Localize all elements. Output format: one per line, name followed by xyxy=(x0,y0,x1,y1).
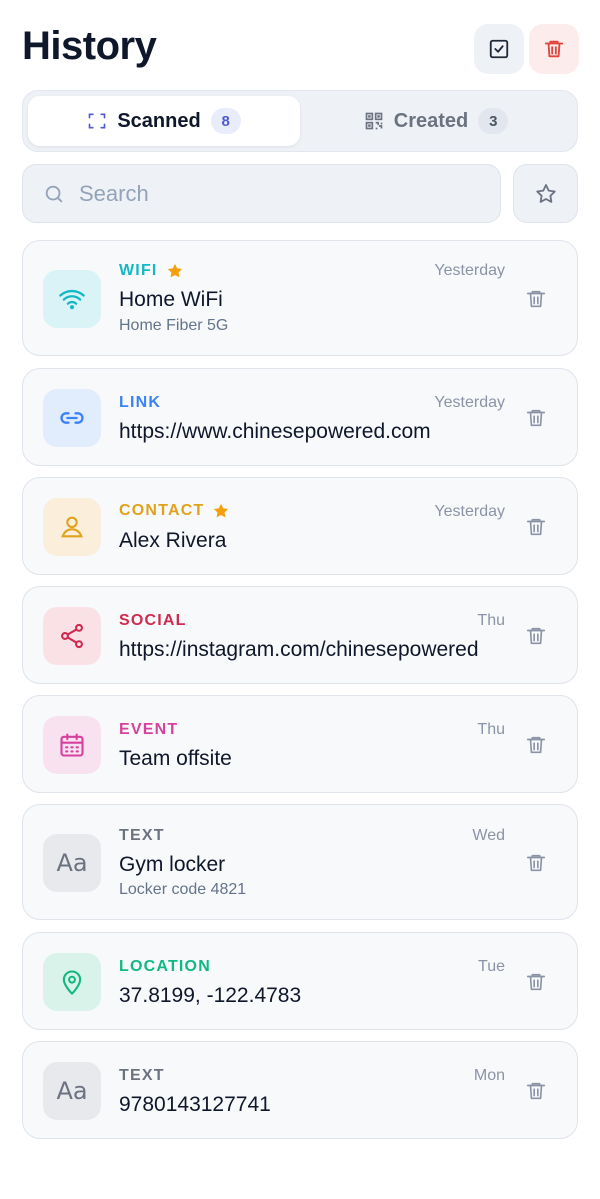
item-icon-tile: Aa xyxy=(43,834,101,892)
item-type-text: TEXT xyxy=(119,1067,165,1084)
link-icon xyxy=(60,412,84,424)
star-filled-icon xyxy=(214,503,229,518)
item-type-text: SOCIAL xyxy=(119,612,187,629)
item-icon-tile xyxy=(43,716,101,774)
favorites-filter-button[interactable] xyxy=(513,164,578,223)
search-bar xyxy=(22,164,501,223)
text-icon: Aa xyxy=(56,1077,88,1105)
item-time: Thu xyxy=(477,721,505,738)
checkbox-icon xyxy=(489,39,509,59)
item-type-text: EVENT xyxy=(119,721,179,738)
item-title: Alex Rivera xyxy=(119,529,227,552)
share-icon xyxy=(61,623,83,649)
item-type-label: WIFI xyxy=(119,262,184,280)
list-item[interactable]: LINK https://www.chinesepowered.com Yest… xyxy=(22,368,578,466)
scan-frame-icon xyxy=(88,113,106,129)
tab-scanned[interactable]: Scanned 8 xyxy=(28,96,300,146)
trash-icon xyxy=(526,409,546,427)
item-title: 37.8199, -122.4783 xyxy=(119,984,302,1007)
trash-icon xyxy=(526,854,546,872)
item-type-text: LOCATION xyxy=(119,958,211,975)
delete-item-button[interactable] xyxy=(521,403,551,433)
item-time: Yesterday xyxy=(434,503,505,520)
item-icon-tile xyxy=(43,607,101,665)
search-icon xyxy=(45,185,63,202)
item-icon-tile xyxy=(43,389,101,447)
star-outline-icon xyxy=(535,183,556,203)
star-filled-icon xyxy=(167,263,182,278)
item-title: Gym locker xyxy=(119,853,226,876)
item-time: Mon xyxy=(473,1067,505,1084)
item-title: 9780143127741 xyxy=(119,1093,271,1116)
item-title: https://www.chinesepowered.com xyxy=(119,420,431,443)
tab-label: Created xyxy=(393,109,469,132)
list-item[interactable]: SOCIAL https://instagram.com/chinesepowe… xyxy=(22,586,578,684)
header: History xyxy=(22,22,579,74)
tab-created[interactable]: Created 3 xyxy=(300,96,572,146)
list-item[interactable]: Aa TEXT Gym locker Locker code 4821 Wed xyxy=(22,804,578,920)
item-icon-tile: Aa xyxy=(43,1062,101,1120)
wifi-icon xyxy=(59,289,85,310)
trash-icon xyxy=(526,1082,546,1100)
search-input[interactable] xyxy=(79,180,459,207)
delete-item-button[interactable] xyxy=(521,730,551,760)
list-item[interactable]: LOCATION 37.8199, -122.4783 Tue xyxy=(22,932,578,1030)
qr-code-icon xyxy=(365,112,383,130)
page-title: History xyxy=(22,24,157,68)
tab-count-badge: 3 xyxy=(478,108,509,134)
delete-item-button[interactable] xyxy=(521,621,551,651)
item-subtitle: Locker code 4821 xyxy=(119,881,247,898)
item-title: Home WiFi xyxy=(119,288,223,311)
item-icon-tile xyxy=(43,270,101,328)
item-type-text: CONTACT xyxy=(119,502,205,519)
item-type-label: TEXT xyxy=(119,827,165,845)
location-pin-icon xyxy=(62,970,82,995)
trash-icon xyxy=(526,518,546,536)
trash-icon xyxy=(526,973,546,991)
delete-item-button[interactable] xyxy=(521,848,551,878)
trash-icon xyxy=(544,40,564,58)
item-time: Tue xyxy=(478,958,505,975)
delete-item-button[interactable] xyxy=(521,284,551,314)
item-icon-tile xyxy=(43,498,101,556)
trash-icon xyxy=(526,627,546,645)
item-type-text: TEXT xyxy=(119,827,165,844)
item-type-label: EVENT xyxy=(119,721,178,739)
delete-all-button[interactable] xyxy=(529,24,579,74)
item-time: Yesterday xyxy=(434,394,505,411)
delete-item-button[interactable] xyxy=(521,512,551,542)
item-time: Wed xyxy=(472,827,505,844)
trash-icon xyxy=(526,290,546,308)
item-time: Thu xyxy=(477,612,505,629)
tab-label: Scanned xyxy=(117,109,201,132)
delete-item-button[interactable] xyxy=(521,967,551,997)
item-type-text: WIFI xyxy=(119,262,158,279)
select-mode-button[interactable] xyxy=(474,24,524,74)
item-subtitle: Home Fiber 5G xyxy=(119,317,229,334)
list-item[interactable]: CONTACT Alex Rivera Yesterday xyxy=(22,477,578,575)
item-type-label: TEXT xyxy=(119,1067,165,1085)
tab-count-badge: 8 xyxy=(210,108,241,134)
list-item[interactable]: Aa TEXT 9780143127741 Mon xyxy=(22,1041,578,1139)
item-type-text: LINK xyxy=(119,394,162,411)
item-type-label: LOCATION xyxy=(119,958,211,976)
trash-icon xyxy=(526,736,546,754)
item-type-label: CONTACT xyxy=(119,502,230,520)
item-time: Yesterday xyxy=(434,262,505,279)
delete-item-button[interactable] xyxy=(521,1076,551,1106)
calendar-icon xyxy=(60,733,84,757)
history-tabs: Scanned 8 Created 3 xyxy=(22,90,578,152)
item-title: Team offsite xyxy=(119,747,232,770)
item-type-label: LINK xyxy=(119,394,161,412)
item-title: https://instagram.com/chinesepowered xyxy=(119,638,479,661)
list-item[interactable]: WIFI Home WiFi Home Fiber 5G Yesterday xyxy=(22,240,578,356)
item-icon-tile xyxy=(43,953,101,1011)
text-icon: Aa xyxy=(56,849,88,877)
person-icon xyxy=(61,516,83,538)
item-type-label: SOCIAL xyxy=(119,612,187,630)
list-item[interactable]: EVENT Team offsite Thu xyxy=(22,695,578,793)
